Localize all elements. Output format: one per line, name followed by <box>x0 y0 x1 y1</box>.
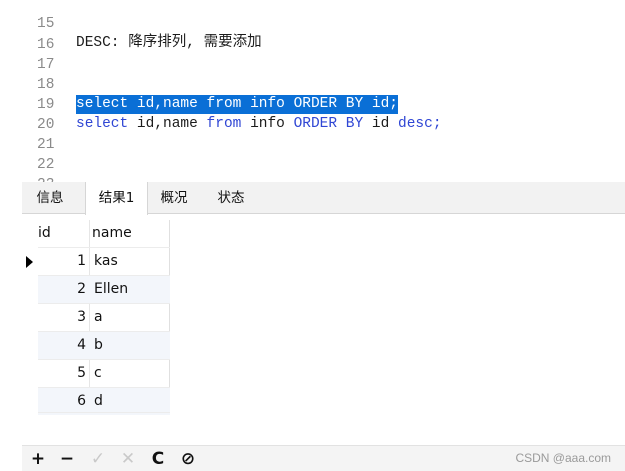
column-header-name[interactable]: name <box>92 220 170 247</box>
cell-name[interactable]: b <box>94 332 103 359</box>
editor-line: 17 <box>0 37 625 73</box>
tab-overview[interactable]: 概况 <box>149 182 199 214</box>
current-row-pointer-icon <box>26 256 33 268</box>
cell-id[interactable]: 2 <box>38 276 86 303</box>
table-row[interactable]: 1 kas <box>38 248 170 275</box>
editor-line: 19 select id,name from info ORDER BY id … <box>0 77 625 132</box>
column-header-id[interactable]: id <box>38 220 88 247</box>
table-row[interactable]: 3 a <box>38 304 170 331</box>
tab-info[interactable]: 信息 <box>22 182 78 214</box>
tab-result1[interactable]: 结果1 <box>85 182 148 215</box>
editor-line: 21 <box>0 117 625 153</box>
row-divider <box>38 412 170 413</box>
table-row[interactable]: 6 d <box>38 388 170 415</box>
add-record-icon[interactable]: + <box>28 449 48 469</box>
cell-name[interactable]: c <box>94 360 102 387</box>
watermark: CSDN @aaa.com <box>515 451 611 465</box>
result-tabs: 信息 结果1 概况 状态 <box>22 182 625 215</box>
cell-name[interactable]: a <box>94 304 103 331</box>
cell-id[interactable]: 4 <box>38 332 86 359</box>
editor-line: 23 <box>0 157 625 193</box>
cell-id[interactable]: 3 <box>38 304 86 331</box>
editor-line-selected: 18 select id,name from info ORDER BY id; <box>0 57 625 114</box>
cell-name[interactable]: d <box>94 388 103 415</box>
discard-changes-icon[interactable]: ✕ <box>118 449 138 469</box>
cell-id[interactable]: 5 <box>38 360 86 387</box>
refresh-icon[interactable]: C <box>148 449 168 469</box>
editor-line: 15 DESC: 降序排列, 需要添加 <box>0 0 625 51</box>
delete-record-icon[interactable]: − <box>57 449 77 469</box>
editor-line: 22 <box>0 137 625 173</box>
cell-name[interactable]: kas <box>94 248 118 275</box>
cell-name[interactable]: Ellen <box>94 276 128 303</box>
cell-id[interactable]: 6 <box>38 388 86 415</box>
cell-id[interactable]: 1 <box>38 248 86 275</box>
editor-line: 16 <box>0 17 625 53</box>
tab-status[interactable]: 状态 <box>203 182 259 214</box>
table-row[interactable]: 5 c <box>38 360 170 387</box>
apply-changes-icon[interactable]: ✓ <box>88 449 108 469</box>
sql-editor[interactable]: 15 DESC: 降序排列, 需要添加 16 17 18 select id,n… <box>0 0 625 193</box>
editor-line: 20 <box>0 97 625 133</box>
table-row[interactable]: 4 b <box>38 332 170 359</box>
table-row[interactable]: 2 Ellen <box>38 276 170 303</box>
stop-icon[interactable]: ⊘ <box>178 449 198 469</box>
